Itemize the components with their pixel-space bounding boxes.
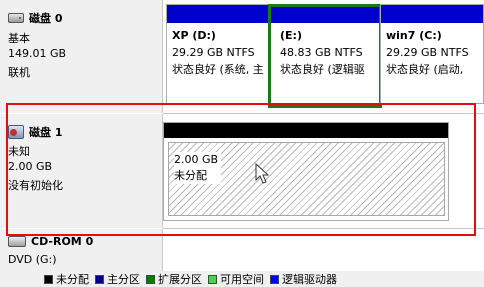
legend-swatch [146, 274, 155, 284]
partition-e-selected[interactable]: (E:) 48.83 GB NTFS 状态良好 (逻辑驱 [268, 4, 382, 108]
partition-bar [167, 5, 268, 23]
partition-bar [381, 5, 483, 23]
legend-label: 主分区 [107, 273, 140, 286]
partition-name: win7 (C:) [386, 29, 442, 42]
disk-0-row: 磁盘 0 基本 149.01 GB 联机 XP (D:) 29.29 GB NT… [0, 0, 484, 113]
partition-win7-c[interactable]: win7 (C:) 29.29 GB NTFS 状态良好 (启动, [380, 4, 484, 104]
disk-0-size: 149.01 GB [8, 47, 67, 60]
partition-size: 29.29 GB NTFS [386, 46, 469, 59]
cdrom-title-line: CD-ROM 0 [8, 235, 93, 248]
cdrom-title: CD-ROM 0 [31, 235, 94, 248]
drive-icon [8, 13, 24, 23]
legend-item-free: 可用空间 [208, 271, 264, 287]
disk-0-type: 基本 [8, 32, 30, 45]
partition-name: (E:) [280, 29, 302, 42]
legend-item-primary: 主分区 [95, 271, 140, 287]
legend-swatch [208, 274, 217, 284]
legend-item-extended: 扩展分区 [146, 271, 202, 287]
disk-0-title: 磁盘 0 [29, 12, 63, 25]
legend-swatch [95, 274, 104, 284]
legend-swatch [270, 274, 279, 284]
partition-xp-d[interactable]: XP (D:) 29.29 GB NTFS 状态良好 (系统, 主 [166, 4, 269, 104]
partition-status: 状态良好 (逻辑驱 [280, 63, 365, 76]
disk-0-title-line: 磁盘 0 [8, 10, 62, 26]
legend-label: 可用空间 [220, 273, 264, 286]
legend: 未分配 主分区 扩展分区 可用空间 逻辑驱动器 [0, 271, 484, 287]
cd-drive-icon [8, 236, 26, 247]
mouse-cursor-icon [255, 163, 269, 184]
legend-label: 逻辑驱动器 [282, 273, 337, 286]
partition-bar [271, 7, 379, 23]
legend-swatch [44, 274, 53, 284]
legend-item-logical: 逻辑驱动器 [270, 271, 337, 287]
partition-name: XP (D:) [172, 29, 216, 42]
highlight-box [6, 103, 476, 236]
disk-0-info[interactable]: 磁盘 0 基本 149.01 GB 联机 [0, 0, 163, 113]
partition-status: 状态良好 (启动, [386, 63, 464, 76]
disk-0-status: 联机 [8, 66, 30, 79]
partition-status: 状态良好 (系统, 主 [172, 63, 264, 76]
legend-label: 未分配 [56, 273, 89, 286]
cdrom-type: DVD (G:) [8, 253, 57, 266]
legend-label: 扩展分区 [158, 273, 202, 286]
partition-size: 29.29 GB NTFS [172, 46, 255, 59]
partition-size: 48.83 GB NTFS [280, 46, 363, 59]
legend-item-unallocated: 未分配 [44, 271, 89, 287]
